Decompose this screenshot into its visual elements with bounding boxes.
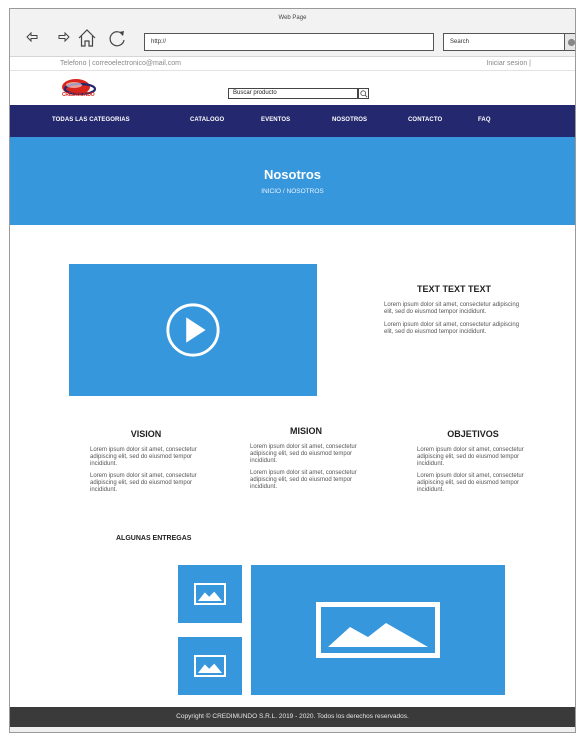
mision-paragraph: Lorem ipsum dolor sit amet, consectetur … <box>250 470 357 490</box>
image-placeholder-icon <box>316 602 440 658</box>
product-search-input[interactable]: Buscar producto <box>228 88 358 99</box>
nav-item-eventos[interactable]: EVENTOS <box>261 117 290 123</box>
gallery-thumbnail[interactable] <box>178 637 242 695</box>
nav-item-contacto[interactable]: CONTACTO <box>408 117 442 123</box>
browser-search-input[interactable]: Search <box>443 33 565 51</box>
vision-paragraph: Lorem ipsum dolor sit amet, consectetur … <box>90 447 197 467</box>
browser-toolbar: Web Page http:// Search <box>10 9 575 57</box>
gallery-thumbnail[interactable] <box>178 565 242 623</box>
intro-paragraph: Lorem ipsum dolor sit amet, consectetur … <box>384 322 520 335</box>
play-icon[interactable] <box>164 301 222 359</box>
vision-column: VISION Lorem ipsum dolor sit amet, conse… <box>90 429 202 500</box>
mision-title: MISION <box>289 426 322 436</box>
gallery-title: ALGUNAS ENTREGAS <box>116 535 192 542</box>
home-icon[interactable] <box>77 28 97 48</box>
image-placeholder-icon <box>194 583 226 605</box>
video-player[interactable] <box>69 264 317 396</box>
browser-window: Web Page http:// Search Telefono | corre… <box>9 8 576 733</box>
nav-item-todas-categorias[interactable]: TODAS LAS CATEGORIAS <box>52 117 130 123</box>
breadcrumb: INICIO / NOSOTROS <box>261 188 324 195</box>
search-magnifier-icon[interactable] <box>564 33 575 51</box>
nav-item-catalogo[interactable]: CATALOGO <box>190 117 224 123</box>
gallery-featured-image[interactable] <box>251 565 505 695</box>
objetivos-paragraph: Lorem ipsum dolor sit amet, consectetur … <box>417 473 524 493</box>
main-navigation: TODAS LAS CATEGORIAS CATALOGO EVENTOS NO… <box>10 105 575 137</box>
nav-item-nosotros[interactable]: NOSOTROS <box>332 117 367 123</box>
objetivos-column: OBJETIVOS Lorem ipsum dolor sit amet, co… <box>417 429 529 500</box>
image-placeholder-icon <box>194 655 226 677</box>
site-footer: Copyright © CREDIMUNDO S.R.L. 2019 - 202… <box>10 707 575 727</box>
mision-paragraph: Lorem ipsum dolor sit amet, consectetur … <box>250 444 357 464</box>
mision-column: MISION Lorem ipsum dolor sit amet, conse… <box>250 426 362 497</box>
vision-title: VISION <box>130 429 162 439</box>
top-info-bar: Telefono | correoelectronico@mail.com In… <box>10 57 575 71</box>
objetivos-paragraph: Lorem ipsum dolor sit amet, consectetur … <box>417 447 524 467</box>
reload-icon[interactable] <box>108 28 128 48</box>
login-link[interactable]: Iniciar sesion | <box>486 60 531 67</box>
forward-arrow-icon[interactable] <box>56 29 72 45</box>
nav-item-faq[interactable]: FAQ <box>478 117 491 123</box>
footer-spacer <box>10 727 575 732</box>
vision-paragraph: Lorem ipsum dolor sit amet, consectetur … <box>90 473 197 493</box>
hero-banner: Nosotros INICIO / NOSOTROS <box>10 137 575 225</box>
search-icon[interactable] <box>358 88 369 99</box>
contact-info: Telefono | correoelectronico@mail.com <box>60 60 181 67</box>
window-title: Web Page <box>278 15 307 21</box>
objetivos-title: OBJETIVOS <box>447 429 499 439</box>
logo-text: CREDIMUNDO <box>62 92 95 98</box>
intro-heading: TEXT TEXT TEXT <box>416 284 491 294</box>
back-arrow-icon[interactable] <box>24 29 40 45</box>
page-title: Nosotros <box>263 167 322 182</box>
logo-row: CREDIMUNDO Buscar producto <box>10 71 575 105</box>
address-bar[interactable]: http:// <box>144 33 434 51</box>
intro-paragraph: Lorem ipsum dolor sit amet, consectetur … <box>384 302 520 315</box>
intro-text-block: TEXT TEXT TEXT Lorem ipsum dolor sit ame… <box>384 284 524 342</box>
